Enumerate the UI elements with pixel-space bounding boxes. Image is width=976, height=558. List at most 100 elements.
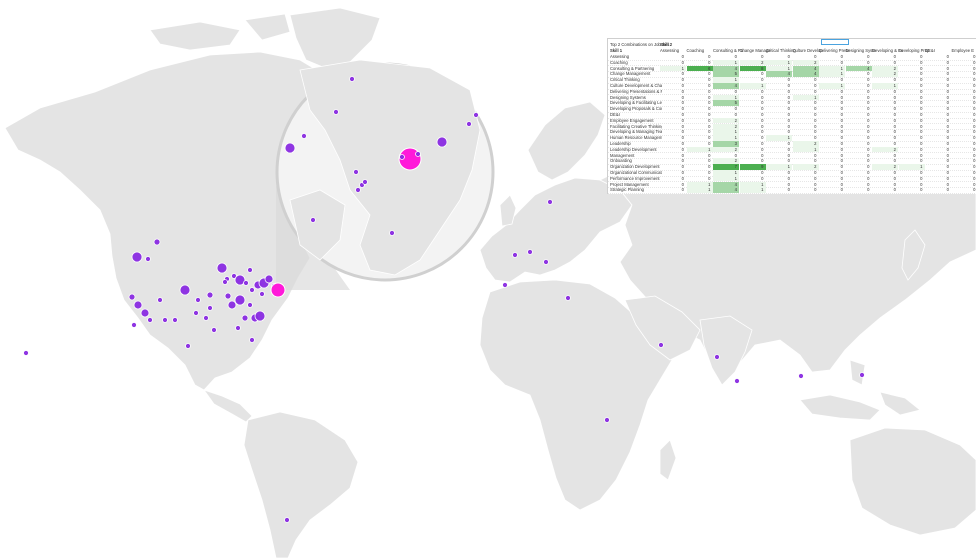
heatmap-cell[interactable]: 0: [872, 100, 898, 106]
heatmap-cell[interactable]: 0: [952, 112, 976, 118]
heatmap-cell[interactable]: 0: [872, 153, 898, 159]
heatmap-cell[interactable]: 2: [713, 123, 739, 130]
heatmap-cell[interactable]: 1: [713, 175, 739, 182]
heatmap-cell[interactable]: 0: [952, 89, 976, 95]
heatmap-cell[interactable]: 1: [792, 146, 819, 153]
column-header[interactable]: DE&I: [925, 48, 935, 53]
heatmap-cell[interactable]: 0: [687, 60, 713, 66]
heatmap-cell[interactable]: 0: [766, 100, 792, 106]
heatmap-cell[interactable]: 0: [846, 60, 872, 66]
heatmap-cell[interactable]: 0: [952, 153, 976, 159]
heatmap-cell[interactable]: 0: [687, 124, 713, 130]
heatmap-cell[interactable]: 0: [819, 89, 845, 95]
location-marker[interactable]: [131, 251, 143, 263]
location-marker[interactable]: [264, 274, 274, 284]
heatmap-cell[interactable]: 0: [793, 89, 819, 95]
heatmap-cell[interactable]: 0: [925, 106, 951, 112]
heatmap-cell[interactable]: 0: [899, 176, 925, 182]
heatmap-cell[interactable]: 0: [660, 135, 686, 141]
heatmap-cell[interactable]: 0: [899, 182, 925, 188]
location-marker[interactable]: [211, 327, 217, 333]
heatmap-cell[interactable]: 0: [660, 71, 686, 77]
heatmap-cell[interactable]: 0: [766, 54, 792, 60]
heatmap-cell[interactable]: 0: [740, 89, 766, 95]
heatmap-cell[interactable]: 0: [872, 135, 898, 141]
location-marker[interactable]: [399, 154, 405, 160]
heatmap-cell[interactable]: 0: [793, 54, 819, 60]
heatmap-cell[interactable]: 0: [766, 182, 792, 188]
heatmap-cell[interactable]: 0: [660, 54, 686, 60]
heatmap-cell[interactable]: 0: [713, 106, 739, 112]
location-marker[interactable]: [162, 317, 168, 323]
heatmap-cell[interactable]: 2: [739, 59, 766, 66]
heatmap-cell[interactable]: 0: [819, 54, 845, 60]
heatmap-cell[interactable]: 0: [740, 77, 766, 83]
location-marker[interactable]: [224, 292, 232, 300]
heatmap-cell[interactable]: 1: [660, 65, 686, 72]
heatmap-cell[interactable]: 0: [925, 170, 951, 176]
heatmap-cell[interactable]: 4: [845, 65, 872, 72]
heatmap-cell[interactable]: 0: [660, 89, 686, 95]
heatmap-cell[interactable]: 0: [740, 95, 766, 101]
heatmap-cell[interactable]: 0: [766, 141, 792, 147]
heatmap-cell[interactable]: 2: [872, 65, 898, 72]
heatmap-cell[interactable]: 0: [899, 147, 925, 153]
heatmap-cell[interactable]: 0: [740, 124, 766, 130]
heatmap-cell[interactable]: 0: [846, 182, 872, 188]
location-marker[interactable]: [193, 310, 199, 316]
heatmap-cell[interactable]: 0: [687, 95, 713, 101]
heatmap-cell[interactable]: 1: [739, 181, 766, 188]
location-marker[interactable]: [172, 317, 178, 323]
heatmap-cell[interactable]: 0: [740, 118, 766, 124]
heatmap-cell[interactable]: 0: [819, 153, 845, 159]
heatmap-cell[interactable]: 2: [872, 164, 898, 170]
heatmap-cell[interactable]: 0: [925, 141, 951, 147]
location-marker[interactable]: [249, 337, 255, 343]
heatmap-cell[interactable]: 0: [687, 71, 713, 77]
location-marker[interactable]: [179, 284, 191, 296]
heatmap-cell[interactable]: 1: [713, 59, 739, 66]
heatmap-cell[interactable]: 0: [740, 129, 766, 135]
heatmap-cell[interactable]: 0: [952, 77, 976, 83]
heatmap-cell[interactable]: 0: [925, 124, 951, 130]
heatmap-cell[interactable]: 0: [819, 135, 845, 141]
heatmap-cell[interactable]: 3: [713, 141, 739, 147]
location-marker[interactable]: [140, 308, 150, 318]
location-marker[interactable]: [241, 314, 249, 322]
heatmap-cell[interactable]: 0: [793, 124, 819, 130]
location-marker[interactable]: [145, 256, 151, 262]
heatmap-cell[interactable]: 0: [952, 187, 976, 193]
column-header[interactable]: Critical Thinking: [766, 48, 796, 53]
heatmap-cell[interactable]: 0: [899, 89, 925, 95]
location-marker[interactable]: [565, 295, 571, 301]
heatmap-cell[interactable]: 4: [766, 71, 792, 77]
heatmap-cell[interactable]: 0: [740, 170, 766, 176]
location-marker[interactable]: [547, 199, 553, 205]
heatmap-cell[interactable]: 0: [925, 158, 951, 164]
heatmap-cell[interactable]: 0: [766, 89, 792, 95]
heatmap-cell[interactable]: 5: [713, 71, 739, 77]
heatmap-cell[interactable]: 0: [899, 187, 925, 193]
heatmap-cell[interactable]: 1: [686, 181, 713, 188]
heatmap-cell[interactable]: 0: [952, 164, 976, 170]
heatmap-cell[interactable]: 0: [846, 95, 872, 101]
heatmap-cell[interactable]: 0: [660, 153, 686, 159]
heatmap-cell[interactable]: 0: [899, 106, 925, 112]
location-marker[interactable]: [734, 378, 740, 384]
location-marker[interactable]: [512, 252, 518, 258]
heatmap-cell[interactable]: 0: [687, 118, 713, 124]
location-marker[interactable]: [859, 372, 865, 378]
heatmap-cell[interactable]: 1: [713, 135, 739, 141]
heatmap-cell[interactable]: 0: [740, 100, 766, 106]
heatmap-cell[interactable]: 0: [899, 153, 925, 159]
table-row[interactable]: Strategic Planning 0 1 4 1 0 0 0 0 0 0 0 0: [608, 187, 976, 194]
heatmap-cell[interactable]: 0: [925, 118, 951, 124]
heatmap-cell[interactable]: 0: [766, 83, 792, 89]
heatmap-cell[interactable]: 1: [819, 83, 845, 89]
heatmap-cell[interactable]: 0: [952, 95, 976, 101]
heatmap-cell[interactable]: 0: [687, 141, 713, 147]
heatmap-cell[interactable]: 0: [660, 176, 686, 182]
heatmap-cell[interactable]: 0: [819, 106, 845, 112]
heatmap-cell[interactable]: 0: [846, 164, 872, 170]
location-marker[interactable]: [254, 310, 266, 322]
